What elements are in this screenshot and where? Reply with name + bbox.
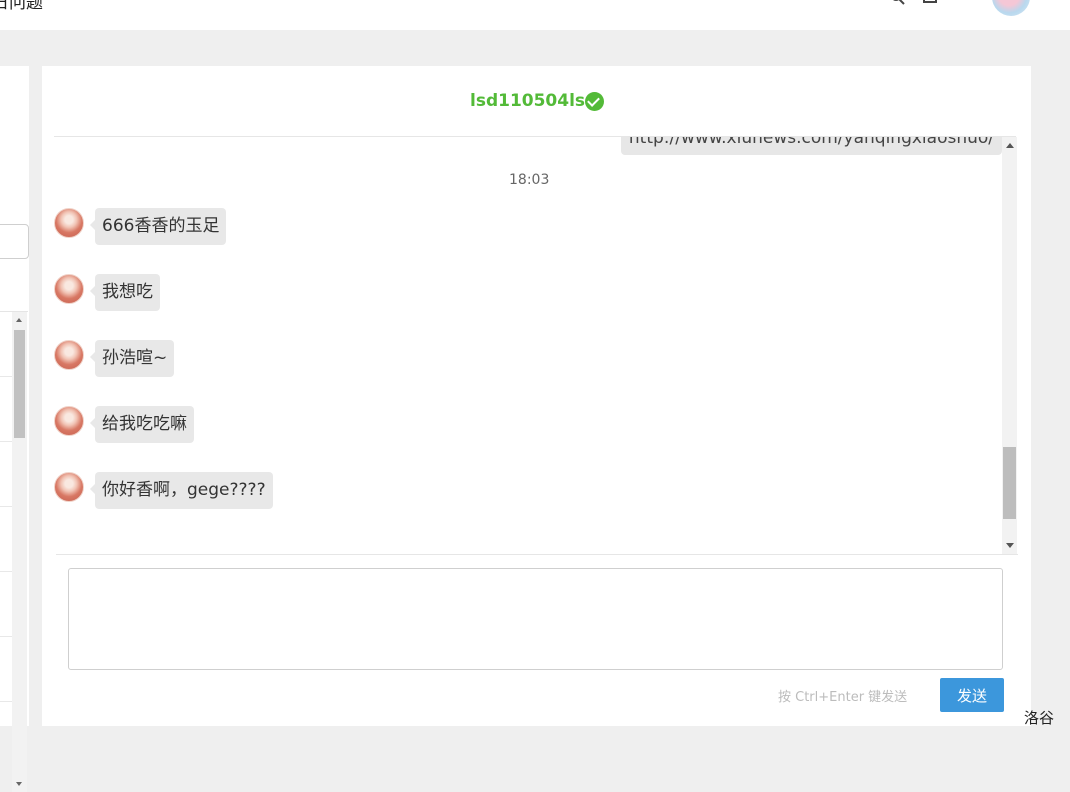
chat-panel: lsd110504lsd http://www.xiunews.com/yanq…: [42, 66, 1031, 726]
composer-divider: [56, 554, 1018, 555]
watermark: 洛谷: [1024, 709, 1055, 727]
chat-header: lsd110504lsd: [42, 66, 1031, 136]
list-item[interactable]: [0, 441, 12, 442]
chat-scrollbar[interactable]: [1002, 137, 1017, 554]
search-icon[interactable]: [890, 0, 906, 6]
page-title-fragment: 日问题: [0, 0, 43, 13]
incoming-message-bubble: 给我吃吃嘛: [90, 406, 194, 443]
sidebar-scrollbar[interactable]: [12, 312, 27, 792]
top-bar: 日问题: [0, 0, 1070, 30]
list-item[interactable]: [0, 636, 12, 637]
scrollbar-thumb[interactable]: [1003, 447, 1016, 519]
incoming-message-bubble: 孙浩喧~: [89, 340, 175, 377]
send-shortcut-hint: 按 Ctrl+Enter 键发送: [778, 690, 908, 705]
scroll-up-icon[interactable]: [16, 318, 22, 322]
message-input[interactable]: [68, 568, 1003, 670]
contact-name[interactable]: lsd110504lsd: [470, 91, 597, 111]
list-item[interactable]: [0, 701, 12, 702]
send-button[interactable]: 发送: [940, 678, 1004, 712]
notification-icon[interactable]: [962, 0, 978, 6]
contact-avatar[interactable]: [54, 472, 84, 502]
incoming-message-bubble: 666香香的玉足: [89, 208, 227, 245]
timestamp: 18:03: [509, 172, 550, 188]
scroll-down-icon[interactable]: [16, 782, 22, 786]
message-icon[interactable]: [922, 0, 938, 6]
scrollbar-thumb[interactable]: [14, 330, 25, 438]
list-item[interactable]: [0, 571, 12, 572]
contact-avatar[interactable]: [54, 406, 84, 436]
outgoing-message-bubble: http://www.xiunews.com/yanqingxiaoshuo/: [620, 137, 1002, 155]
list-item[interactable]: [0, 376, 12, 377]
incoming-message-bubble: 我想吃: [90, 274, 160, 311]
scroll-down-icon[interactable]: [1006, 543, 1014, 548]
conversation-sidebar: [0, 66, 29, 792]
sidebar-search-input[interactable]: [0, 224, 29, 259]
scroll-up-icon[interactable]: [1006, 143, 1014, 148]
incoming-message-bubble: 你好香啊，gege????: [90, 472, 273, 509]
contact-avatar[interactable]: [54, 340, 84, 370]
contact-avatar[interactable]: [54, 274, 84, 304]
user-avatar[interactable]: [992, 0, 1030, 16]
contact-avatar[interactable]: [54, 208, 84, 238]
message-list: http://www.xiunews.com/yanqingxiaoshuo/ …: [54, 137, 1002, 554]
list-item[interactable]: [0, 506, 12, 507]
verified-icon: [585, 92, 604, 111]
